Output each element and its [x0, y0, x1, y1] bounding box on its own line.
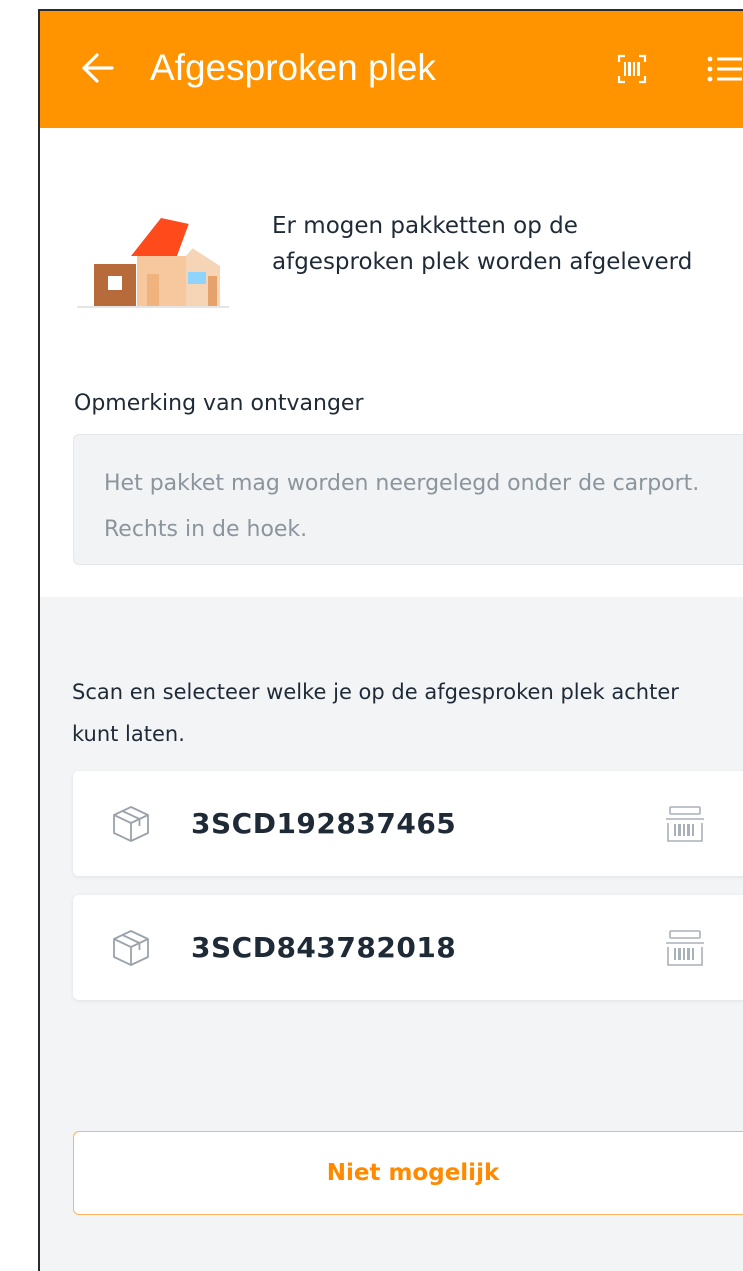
scan-instruction: Scan en selecteer welke je op de afgespr… — [72, 680, 679, 746]
page-title: Afgesproken plek — [150, 47, 436, 88]
barcode-scan-icon[interactable] — [617, 54, 647, 84]
app-screen: Afgesproken plek Er mogen pakketten op d… — [38, 9, 743, 1271]
list-icon[interactable] — [706, 54, 742, 84]
app-bar: Afgesproken plek — [40, 11, 743, 128]
house-icon — [77, 218, 229, 308]
package-box-icon — [113, 930, 149, 966]
delivery-allowed-text: Er mogen pakketten op de afgesproken ple… — [272, 213, 693, 275]
remark-text: Het pakket mag worden neergelegd onder d… — [104, 471, 700, 542]
parcel-card[interactable]: 3SCD843782018 — [73, 895, 743, 1000]
remark-field: Het pakket mag worden neergelegd onder d… — [73, 434, 743, 565]
parcel-code: 3SCD192837465 — [191, 807, 457, 840]
not-possible-label: Niet mogelijk — [326, 1160, 500, 1186]
barcode-icon[interactable] — [665, 805, 705, 843]
remark-label: Opmerking van ontvanger — [74, 391, 364, 416]
not-possible-button[interactable]: Niet mogelijk — [73, 1131, 743, 1215]
package-box-icon — [113, 806, 149, 842]
barcode-icon[interactable] — [665, 929, 705, 967]
parcel-code: 3SCD843782018 — [191, 931, 457, 964]
back-arrow-icon[interactable] — [80, 51, 114, 85]
parcel-card[interactable]: 3SCD192837465 — [73, 771, 743, 876]
